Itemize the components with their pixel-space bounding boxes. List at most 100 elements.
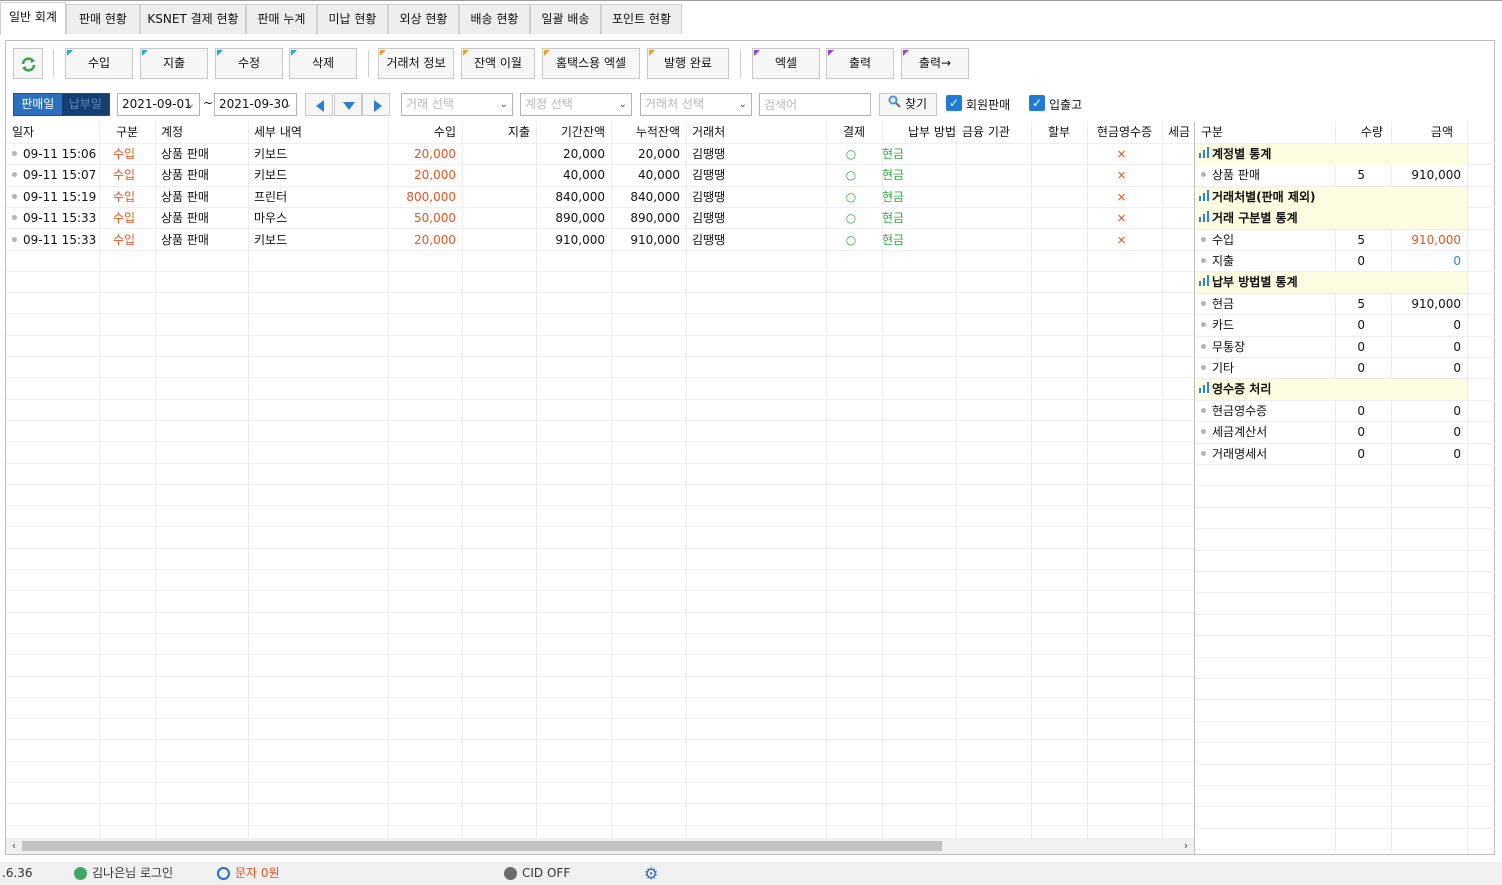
date-from-picker[interactable]: 2021-09-01 ⌄ [117, 93, 200, 116]
column-header[interactable]: 결제 [826, 122, 882, 143]
scroll-right-icon[interactable]: › [1178, 838, 1194, 854]
scroll-left-icon[interactable]: ‹ [6, 838, 22, 854]
stats-qty: 0 [1357, 318, 1365, 333]
tab-credit-status[interactable]: 외상 현황 [388, 4, 459, 34]
column-header[interactable]: 납부 방법 [888, 122, 956, 143]
column-header[interactable]: 누적잔액 [611, 122, 680, 143]
table-row[interactable]: 09-11 15:33 수입 상품 판매 마우스 50,000 890,000 890,00… [6, 208, 1194, 229]
stats-qty: 0 [1357, 403, 1365, 418]
column-header[interactable]: 계정 [161, 122, 248, 143]
column-header[interactable]: 지출 [462, 122, 530, 143]
message-icon [217, 867, 230, 880]
payment-date-option[interactable]: 납부일 [61, 94, 109, 115]
vendor-select[interactable]: 거래처 선택 ⌄ [640, 93, 752, 116]
column-header[interactable]: 거래처 [692, 122, 826, 143]
tab-sales-status[interactable]: 판매 현황 [66, 4, 140, 34]
column-header[interactable]: 기간잔액 [536, 122, 605, 143]
column-header[interactable]: 세부 내역 [254, 122, 388, 143]
cid-status[interactable]: CID OFF [504, 865, 570, 882]
refresh-button[interactable] [13, 48, 43, 79]
expense-button[interactable]: 지출 [140, 48, 208, 79]
hometax-excel-button[interactable]: 홈택스용 엑셀 [542, 48, 640, 79]
tab-sales-cumulative[interactable]: 판매 누계 [246, 4, 317, 34]
stats-item-label: 카드 [1201, 315, 1335, 336]
balance-carryover-button[interactable]: 잔액 이월 [461, 48, 535, 79]
table-row[interactable]: 09-11 15:07 수입 상품 판매 키보드 20,000 40,000 40,000 김… [6, 165, 1194, 186]
scrollbar-thumb[interactable] [22, 841, 942, 851]
excel-button[interactable]: 엑셀 [752, 48, 820, 79]
settings-button[interactable]: ⚙ [644, 865, 658, 882]
excel-button-label: 엑셀 [774, 56, 798, 70]
row-bullet-icon [1201, 343, 1206, 349]
stats-column-header[interactable]: 금액 [1391, 122, 1453, 143]
print-button-label: 출력 [848, 56, 872, 70]
column-header[interactable]: 수입 [388, 122, 456, 143]
income-button-label: 수입 [87, 56, 111, 70]
tab-ksnet-payment[interactable]: KSNET 결제 현황 [140, 4, 246, 34]
arrow-down-icon [343, 102, 355, 110]
table-cell-cash-receipt: × [1116, 189, 1127, 204]
print-next-button-label: 출력→ [918, 56, 952, 70]
member-sales-checkbox[interactable]: ✓ [946, 95, 962, 111]
column-header[interactable]: 할부 [1031, 122, 1087, 143]
user-status: 김나은님 로그인 [74, 865, 173, 882]
prev-period-button[interactable] [305, 93, 333, 116]
table-cell-account: 상품 판매 [161, 189, 209, 204]
table-cell-detail: 키보드 [254, 168, 288, 183]
table-row[interactable]: 09-11 15:06 수입 상품 판매 키보드 20,000 20,000 20,000 김… [6, 144, 1194, 165]
column-header[interactable]: 구분 [99, 122, 155, 143]
table-cell-tax [1168, 187, 1194, 208]
account-select[interactable]: 계정 선택 ⌄ [520, 93, 632, 116]
find-button[interactable]: 찾기 [879, 93, 937, 116]
table-cell-expense [462, 187, 530, 208]
table-cell-period-balance: 20,000 [563, 147, 605, 161]
income-button[interactable]: 수입 [65, 48, 133, 79]
horizontal-scrollbar[interactable]: ‹ › [6, 838, 1194, 854]
stats-column-header[interactable]: 구분 [1201, 122, 1331, 143]
next-period-button[interactable] [362, 93, 390, 116]
tab-unpaid-status[interactable]: 미납 현황 [317, 4, 388, 34]
tab-general-accounting[interactable]: 일반 회계 [0, 2, 66, 35]
table-cell-vendor: 김땡땡 [692, 189, 726, 204]
vendor-info-button[interactable]: 거래처 정보 [378, 48, 454, 79]
expense-button-label: 지출 [162, 56, 186, 70]
table-cell-type: 수입 [112, 168, 136, 183]
edit-button[interactable]: 수정 [215, 48, 283, 79]
column-header[interactable]: 금융 기관 [962, 122, 1031, 143]
bar-chart-icon [1199, 189, 1209, 201]
column-header[interactable]: 일자 [12, 122, 99, 143]
tab-point-status[interactable]: 포인트 현황 [601, 4, 682, 34]
table-row[interactable]: 09-11 15:19 수입 상품 판매 프린터 800,000 840,000 840,0… [6, 187, 1194, 208]
table-row[interactable]: 09-11 15:33 수입 상품 판매 키보드 20,000 910,000 910,00… [6, 230, 1194, 251]
stats-item-row: 0 0 무통장 [1195, 337, 1467, 358]
search-input[interactable] [759, 93, 871, 116]
bar-chart-icon [1199, 275, 1209, 287]
current-period-button[interactable] [334, 93, 362, 116]
table-cell-expense [462, 208, 530, 229]
date-mode-toggle: 판매일 납부일 [13, 93, 110, 116]
stats-section-label: 거래 구분별 통계 [1199, 208, 1333, 229]
partner-select[interactable]: 거래 선택 ⌄ [401, 93, 513, 116]
date-to-picker[interactable]: 2021-09-30 ⌄ [214, 93, 297, 116]
row-bullet-icon [1201, 258, 1206, 263]
print-button[interactable]: 출력 [826, 48, 894, 79]
delete-button[interactable]: 삭제 [289, 48, 357, 79]
table-cell-method: 현금 [882, 211, 905, 226]
stats-item-row: 0 0 카드 [1195, 315, 1467, 336]
tab-batch-delivery[interactable]: 일괄 배송 [530, 4, 601, 34]
edit-button-label: 수정 [237, 56, 261, 70]
stats-column-header[interactable]: 수량 [1335, 122, 1383, 143]
row-date: 09-11 15:06 [23, 147, 97, 161]
user-icon [74, 867, 87, 880]
column-header[interactable]: 세금 [1168, 122, 1194, 143]
issue-complete-button[interactable]: 발행 완료 [647, 48, 729, 79]
table-cell-expense [462, 144, 530, 165]
tab-delivery-status[interactable]: 배송 현황 [459, 4, 530, 34]
sms-balance[interactable]: 문자 0원 [217, 865, 280, 882]
sales-date-option[interactable]: 판매일 [14, 94, 62, 115]
print-next-button[interactable]: 출력→ [901, 48, 969, 79]
inout-checkbox[interactable]: ✓ [1029, 95, 1045, 111]
table-cell-vendor: 김땡땡 [692, 211, 726, 226]
partner-select-placeholder: 거래 선택 [406, 97, 454, 111]
column-header[interactable]: 현금영수증 [1087, 122, 1162, 143]
